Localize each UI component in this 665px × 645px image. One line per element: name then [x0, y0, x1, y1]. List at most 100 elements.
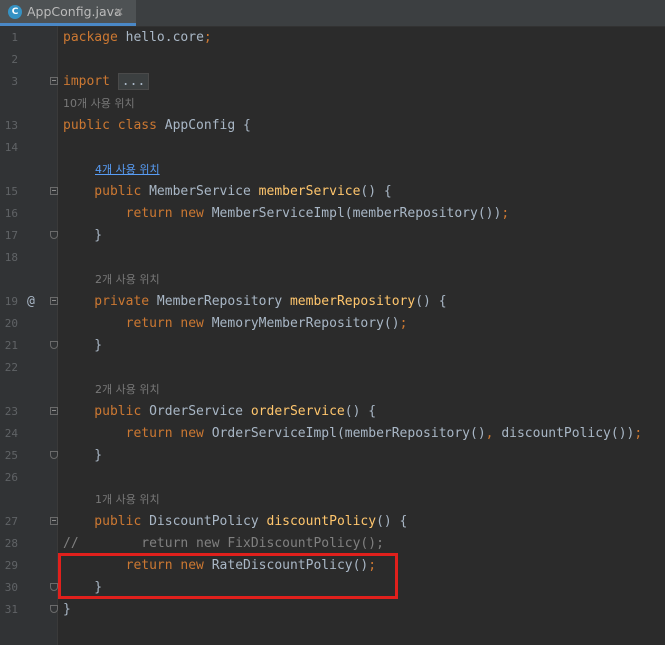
code-text: // return new FixDiscountPolicy(); [63, 533, 384, 555]
code-line[interactable]: 18 [0, 247, 665, 269]
tab-appconfig[interactable]: C AppConfig.java ✕ [0, 0, 136, 26]
line-number: 1 [11, 31, 18, 44]
code-token: MemberServiceImpl(memberRepository()) [211, 206, 502, 221]
code-token: import [63, 74, 118, 89]
line-number: 18 [4, 251, 18, 264]
fold-end-icon[interactable] [50, 451, 58, 459]
line-number: 19 [4, 295, 18, 308]
code-token: ; [634, 426, 643, 441]
fold-end-icon[interactable] [50, 605, 58, 613]
code-token: memberRepository [289, 294, 416, 309]
code-line[interactable]: 13 public class AppConfig { [0, 115, 665, 137]
usage-hint-row[interactable]: 2개 사용 위치 [0, 269, 665, 291]
usage-hint-row[interactable]: 1개 사용 위치 [0, 489, 665, 511]
code-line[interactable]: 16 return new MemberServiceImpl(memberRe… [0, 203, 665, 225]
code-line[interactable]: 1 package hello.core; [0, 27, 665, 49]
code-token: return new [63, 206, 212, 221]
code-token: MemberService [149, 184, 259, 199]
code-token: } [63, 228, 103, 243]
code-line[interactable]: 26 [0, 467, 665, 489]
code-token: discountPolicy()) [501, 426, 635, 441]
code-token: public [63, 184, 150, 199]
line-number: 25 [4, 449, 18, 462]
editor-tab-bar: C AppConfig.java ✕ [0, 0, 665, 27]
line-number: 13 [4, 119, 18, 132]
code-token: MemberRepository [156, 294, 290, 309]
line-number: 21 [4, 339, 18, 352]
code-token: public [63, 514, 150, 529]
java-class-icon: C [8, 5, 22, 19]
code-text: } [63, 599, 71, 621]
line-number: 27 [4, 515, 18, 528]
fold-toggle-icon[interactable] [50, 407, 58, 415]
code-line[interactable]: 21 } [0, 335, 665, 357]
usage-hint-row[interactable]: 4개 사용 위치 [0, 159, 665, 181]
tab-label: AppConfig.java [27, 4, 122, 19]
line-number: 30 [4, 581, 18, 594]
code-token: package [63, 30, 126, 45]
line-number: 2 [11, 53, 18, 66]
code-token: // return new FixDiscountPolicy(); [63, 536, 384, 551]
code-line[interactable]: 14 [0, 137, 665, 159]
fold-toggle-icon[interactable] [50, 517, 58, 525]
code-token: AppConfig { [164, 118, 251, 133]
code-line[interactable]: 15 public MemberService memberService() … [0, 181, 665, 203]
highlight-annotation [58, 553, 398, 599]
line-number: 26 [4, 471, 18, 484]
code-text: return new OrderServiceImpl(memberReposi… [63, 423, 643, 445]
code-line[interactable]: 20 return new MemoryMemberRepository(); [0, 313, 665, 335]
code-token: () { [376, 514, 408, 529]
code-token: () { [344, 404, 377, 419]
code-token: } [63, 338, 103, 353]
code-text: import ... [63, 71, 150, 93]
code-token: DiscountPolicy [149, 514, 267, 529]
code-token: } [63, 448, 103, 463]
code-text: } [63, 335, 102, 357]
folded-imports[interactable]: ... [117, 73, 150, 90]
code-line[interactable]: 17 } [0, 225, 665, 247]
code-line[interactable]: 2 [0, 49, 665, 71]
line-number: 23 [4, 405, 18, 418]
code-line[interactable]: 25 } [0, 445, 665, 467]
code-token: orderService [250, 404, 345, 419]
code-line[interactable]: 28 // return new FixDiscountPolicy(); [0, 533, 665, 555]
code-token: discountPolicy [266, 514, 377, 529]
usage-hint: 2개 사용 위치 [95, 383, 160, 396]
code-text: public MemberService memberService() { [63, 181, 391, 203]
code-text: } [63, 445, 102, 467]
fold-end-icon[interactable] [50, 583, 58, 591]
fold-end-icon[interactable] [50, 231, 58, 239]
usage-hint-row[interactable]: 2개 사용 위치 [0, 379, 665, 401]
fold-toggle-icon[interactable] [50, 187, 58, 195]
code-token: ; [399, 316, 408, 331]
code-token: } [63, 602, 71, 617]
code-text: } [63, 225, 102, 247]
code-line[interactable]: 19 @ private MemberRepository memberRepos… [0, 291, 665, 313]
code-token: private [63, 294, 157, 309]
usage-hint: 1개 사용 위치 [95, 493, 160, 506]
code-token: return new [63, 426, 212, 441]
line-number: 3 [11, 75, 18, 88]
fold-end-icon[interactable] [50, 341, 58, 349]
code-text: package hello.core; [63, 27, 212, 49]
line-number: 20 [4, 317, 18, 330]
fold-toggle-icon[interactable] [50, 77, 58, 85]
code-token: return new [63, 316, 212, 331]
fold-toggle-icon[interactable] [50, 297, 58, 305]
code-text: public class AppConfig { [63, 115, 251, 137]
code-token: public class [63, 118, 165, 133]
code-line[interactable]: 24 return new OrderServiceImpl(memberRep… [0, 423, 665, 445]
code-line[interactable]: 27 public DiscountPolicy discountPolicy(… [0, 511, 665, 533]
usage-hint: 10개 사용 위치 [63, 97, 135, 110]
code-line[interactable]: 23 public OrderService orderService() { [0, 401, 665, 423]
line-number: 14 [4, 141, 18, 154]
code-token: OrderServiceImpl(memberRepository() [211, 426, 486, 441]
code-line[interactable]: 3 import ... [0, 71, 665, 93]
usage-hint[interactable]: 4개 사용 위치 [95, 159, 160, 181]
close-icon[interactable]: ✕ [114, 4, 124, 20]
implemented-marker-icon[interactable]: @ [27, 291, 35, 313]
code-token: memberService [258, 184, 361, 199]
code-line[interactable]: 31} [0, 599, 665, 621]
usage-hint-row[interactable]: 10개 사용 위치 [0, 93, 665, 115]
code-line[interactable]: 22 [0, 357, 665, 379]
